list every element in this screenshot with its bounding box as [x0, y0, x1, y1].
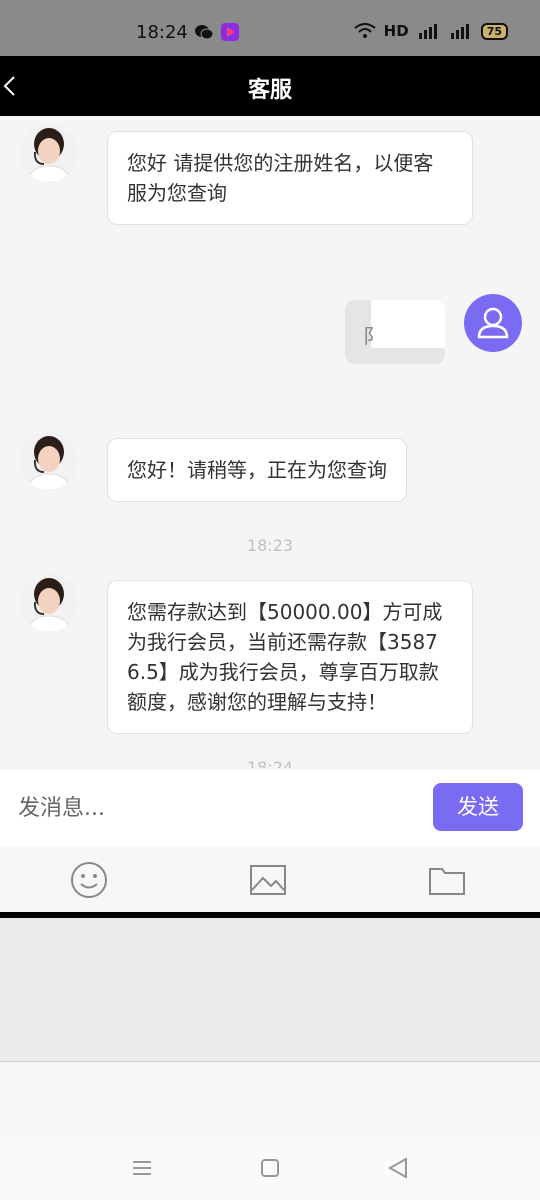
video-app-icon [221, 23, 239, 41]
home-icon[interactable] [257, 1155, 283, 1181]
message-input[interactable] [18, 790, 398, 826]
status-indicators: HD 75 [354, 22, 508, 40]
wifi-icon [354, 23, 376, 38]
message-timestamp: 18:23 [246, 536, 294, 555]
menu-icon[interactable] [129, 1155, 155, 1181]
app-bar: 客服 [0, 56, 540, 116]
blank-area [0, 1063, 540, 1135]
user-message-bubble: 阝 [345, 300, 445, 364]
battery-indicator: 75 [480, 22, 508, 40]
back-triangle-icon[interactable] [385, 1155, 411, 1181]
system-nav-bar [0, 1135, 540, 1200]
image-icon[interactable] [248, 860, 288, 900]
wechat-icon [195, 25, 214, 40]
signal-5g-icon [418, 24, 437, 39]
signal-4g-icon [450, 24, 469, 39]
agent-avatar [20, 124, 78, 182]
folder-icon[interactable] [427, 860, 467, 900]
user-icon [477, 307, 509, 339]
page-title: 客服 [247, 78, 292, 103]
smile-icon[interactable] [69, 860, 109, 900]
agent-avatar [20, 432, 78, 490]
message-input-bar: 发送 [0, 770, 540, 846]
message-timestamp: 18:24 [246, 758, 294, 768]
status-time: 18:24 [136, 22, 188, 43]
user-message-text: 阝 [363, 324, 383, 348]
agent-message-bubble: 您需存款达到【50000.00】方可成为我行会员，当前还需存款【35876.5】… [107, 580, 473, 734]
agent-message-bubble: 您好 请提供您的注册姓名，以便客服为您查询 [107, 131, 473, 225]
expand-panel [0, 918, 540, 1062]
user-avatar [464, 294, 522, 352]
agent-message-bubble: 您好！请稍等，正在为您查询 [107, 438, 407, 502]
send-button[interactable]: 发送 [433, 783, 523, 831]
agent-avatar [20, 574, 78, 632]
attachment-toolbar [0, 846, 540, 912]
chat-area[interactable]: 您好 请提供您的注册姓名，以便客服为您查询 阝 您好！请稍等，正在为您查询 18… [0, 116, 540, 768]
status-bar: 18:24 HD 75 [0, 0, 540, 56]
network-label: HD [383, 22, 409, 40]
